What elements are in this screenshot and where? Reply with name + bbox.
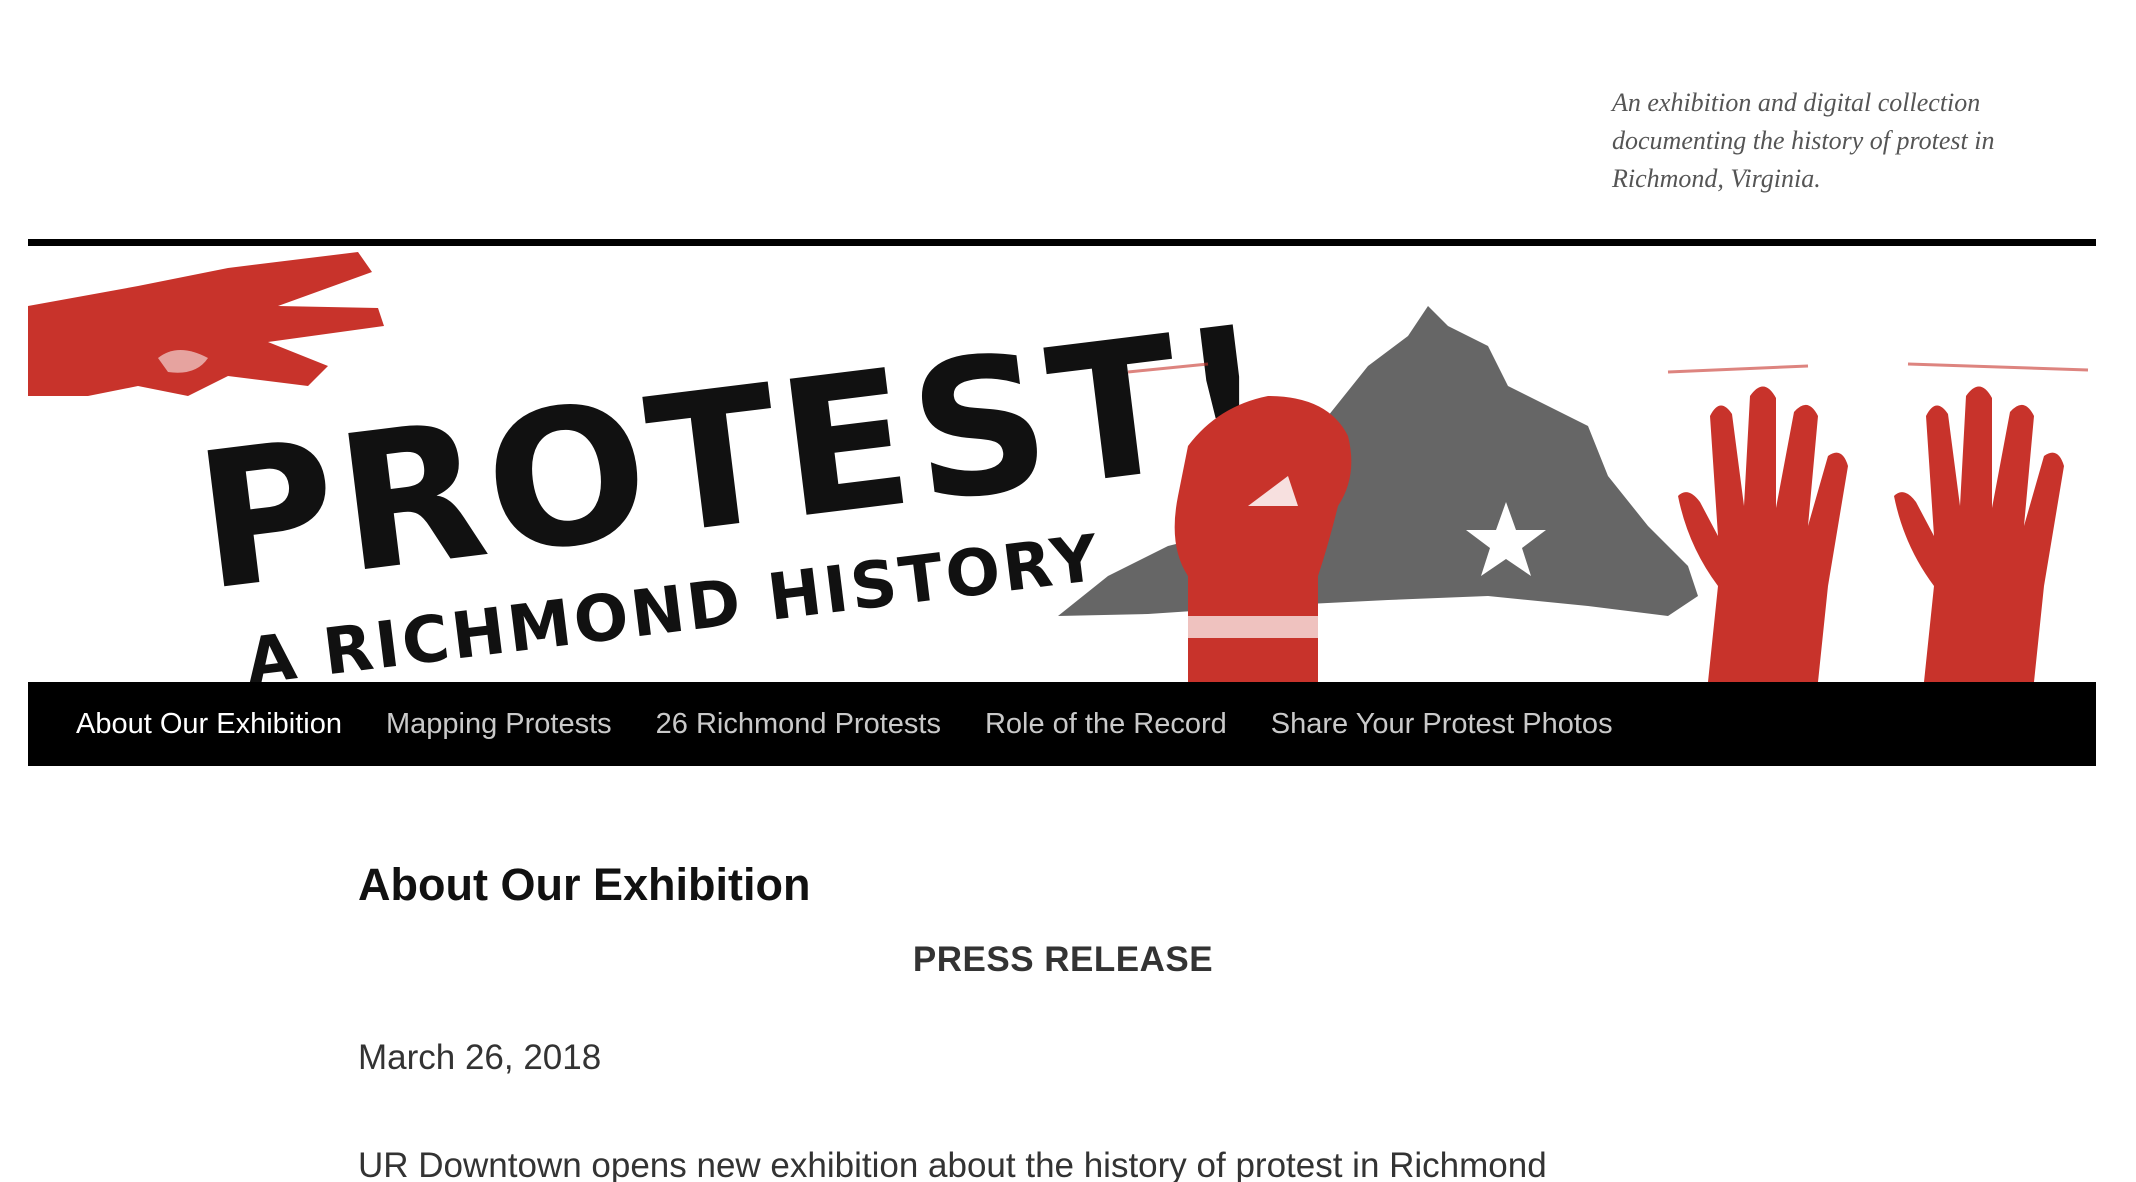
nav-item-share-your-protest-photos[interactable]: Share Your Protest Photos xyxy=(1271,708,1613,741)
lead-paragraph: UR Downtown opens new exhibition about t… xyxy=(358,1146,1547,1182)
release-date: March 26, 2018 xyxy=(358,1038,602,1077)
page-title: About Our Exhibition xyxy=(358,859,811,910)
page: An exhibition and digital collection doc… xyxy=(0,0,2136,1182)
header-rule xyxy=(28,239,2096,246)
site-tagline: An exhibition and digital collection doc… xyxy=(1612,88,1995,193)
press-release-label: PRESS RELEASE xyxy=(912,940,1214,979)
banner-texture xyxy=(1127,362,2089,374)
nav-item-role-of-the-record[interactable]: Role of the Record xyxy=(985,708,1227,741)
nav-item-mapping-protests[interactable]: Mapping Protests xyxy=(386,708,612,741)
banner-artwork: PROTEST! A RICHMOND HISTORY xyxy=(28,252,2089,682)
main-nav: About Our Exhibition Mapping Protests 26… xyxy=(28,682,2096,766)
main-content: About Our Exhibition PRESS RELEASE March… xyxy=(358,850,1768,1182)
site-banner[interactable]: PROTEST! A RICHMOND HISTORY xyxy=(28,246,2096,682)
banner-title-group: PROTEST! A RICHMOND HISTORY xyxy=(186,284,1285,682)
nav-item-about-our-exhibition[interactable]: About Our Exhibition xyxy=(76,708,342,741)
nav-item-26-richmond-protests[interactable]: 26 Richmond Protests xyxy=(656,708,941,741)
raised-hands-icon xyxy=(1678,386,2064,682)
red-hand-left-icon xyxy=(28,252,384,396)
raised-fist-icon xyxy=(1174,396,1352,682)
